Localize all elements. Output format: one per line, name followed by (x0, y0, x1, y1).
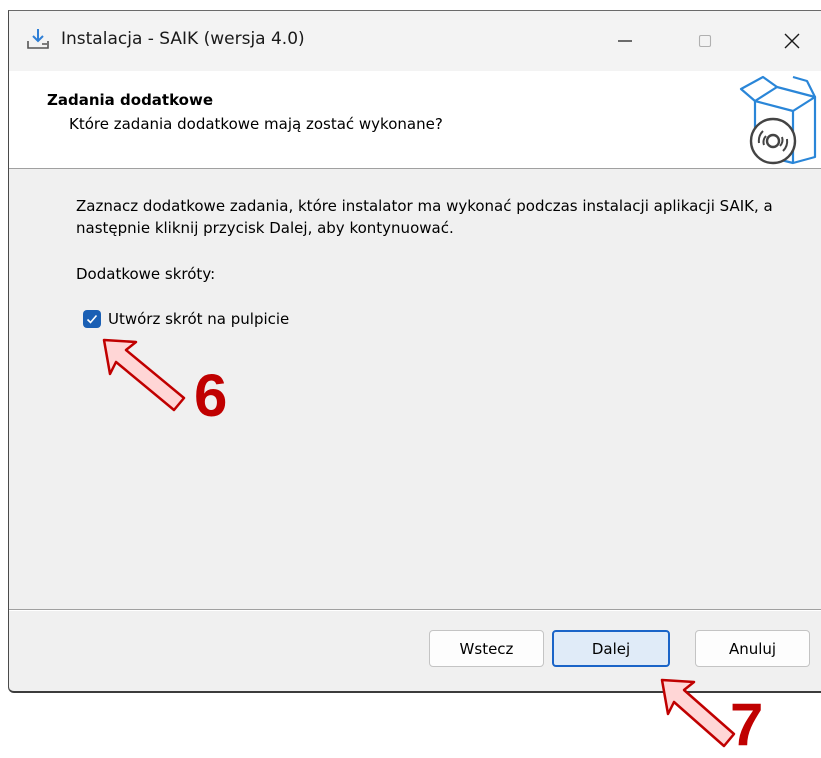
window-title: Instalacja - SAIK (wersja 4.0) (61, 29, 305, 49)
step-number-7: 7 (730, 691, 764, 758)
annotation-arrow-7 (660, 678, 736, 748)
page-subtitle: Które zadania dodatkowe mają zostać wyko… (69, 115, 443, 133)
minimize-icon (618, 40, 632, 42)
desktop-shortcut-option[interactable]: Utwórz skrót na pulpicie (83, 308, 289, 330)
wizard-header: Zadania dodatkowe Które zadania dodatkow… (9, 71, 821, 169)
close-icon (784, 33, 800, 49)
instructions-text: Zaznacz dodatkowe zadania, które instala… (76, 197, 773, 237)
title-bar[interactable]: Instalacja - SAIK (wersja 4.0) (9, 11, 821, 71)
footer-divider (9, 609, 821, 611)
next-button[interactable]: Dalej (552, 630, 670, 667)
checkmark-icon (86, 314, 98, 324)
page-title: Zadania dodatkowe (47, 91, 214, 109)
installer-download-icon (27, 29, 49, 49)
minimize-button[interactable] (603, 19, 647, 63)
software-box-cd-icon (739, 75, 817, 165)
annotation-arrow-6 (102, 338, 186, 412)
cancel-button[interactable]: Anuluj (695, 630, 810, 667)
step-number-6: 6 (194, 362, 228, 429)
shortcuts-section-label: Dodatkowe skróty: (76, 265, 216, 283)
desktop-shortcut-label[interactable]: Utwórz skrót na pulpicie (108, 310, 289, 328)
close-button[interactable] (770, 19, 814, 63)
maximize-icon (698, 34, 712, 48)
back-button[interactable]: Wstecz (429, 630, 544, 667)
desktop-shortcut-checkbox[interactable] (83, 310, 101, 328)
maximize-button[interactable] (683, 19, 727, 63)
